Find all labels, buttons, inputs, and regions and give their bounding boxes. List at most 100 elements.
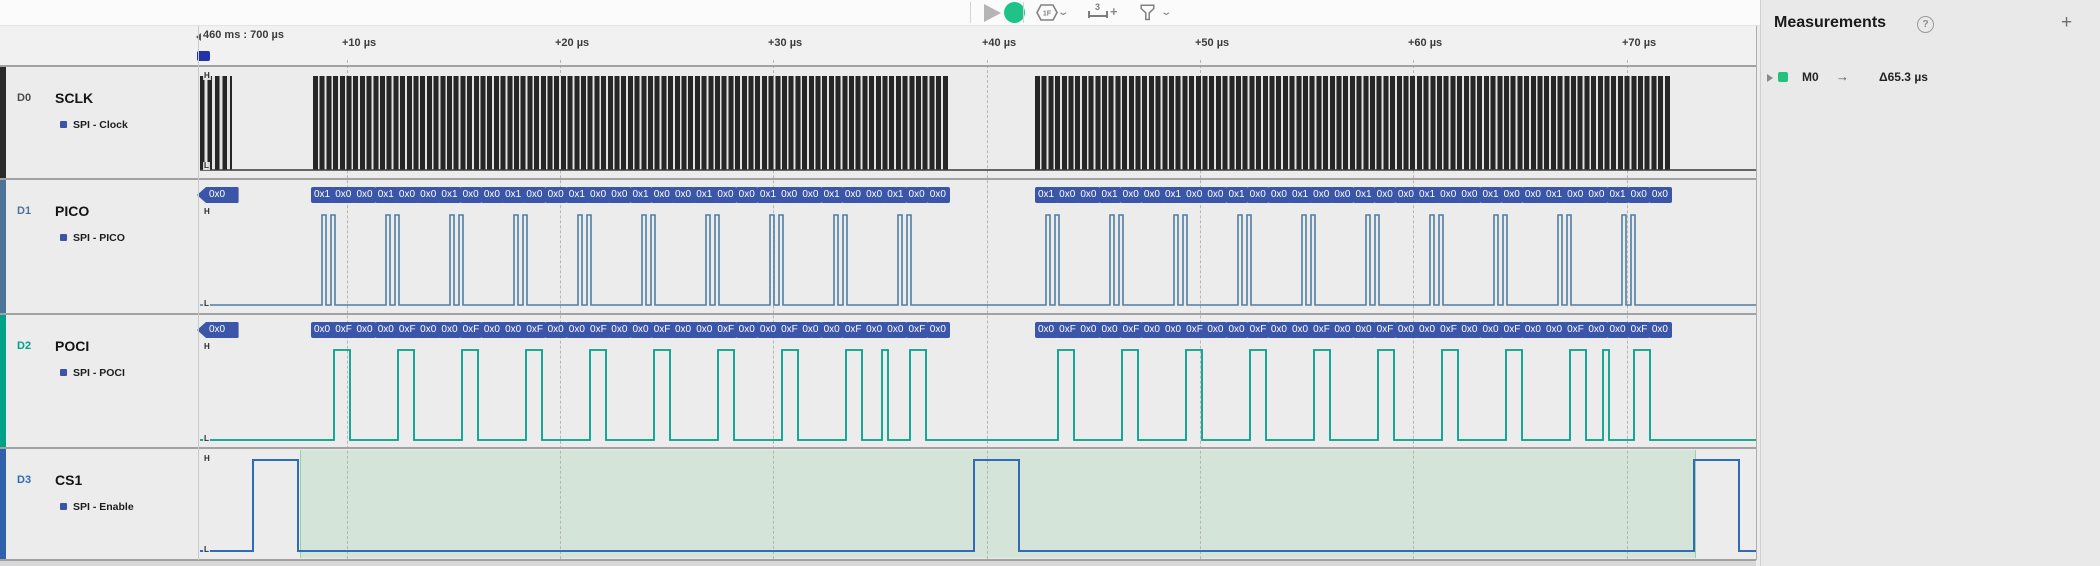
timeline-ruler[interactable]: 460 ms : 700 µs +10 µs +20 µs +30 µs +40 µs…: [0, 26, 1756, 66]
measurement-id: M0: [1802, 70, 1819, 84]
hex-annotation-pill: 0x0: [671, 187, 695, 203]
hex-annotation-pill: 0x0: [1543, 322, 1566, 338]
filter-annotations-button[interactable]: [1140, 4, 1155, 21]
hex-annotation-pill: 0x0: [1162, 322, 1185, 338]
channel-name[interactable]: POCI: [55, 338, 89, 354]
analyzer-label[interactable]: SPI - Enable: [60, 501, 134, 513]
radix-selector-button[interactable]: 1F: [1036, 4, 1058, 21]
tick-label: +30 µs: [768, 37, 803, 49]
hex-annotation-pill: 0x0: [608, 187, 632, 203]
channel-id: D3: [17, 474, 32, 486]
hex-annotation-pill: 0x0: [1289, 322, 1312, 338]
hex-annotation-pill: 0x0: [1183, 187, 1206, 203]
hex-annotation-pill: 0x0: [778, 187, 801, 203]
analyzer-bullet-icon: [60, 234, 67, 241]
help-icon[interactable]: ?: [1917, 16, 1934, 33]
channel-name[interactable]: PICO: [55, 203, 89, 219]
hex-annotation-pill: 0xF: [1373, 322, 1397, 338]
hex-annotation-pill: 0x0: [353, 322, 377, 338]
hex-annotation-pill: 0xF: [1310, 322, 1333, 338]
hex-annotation-pill: 0x0: [544, 187, 568, 203]
hex-annotation-pill: 0x1: [693, 187, 717, 203]
hex-annotation-pill: 0x1: [1035, 187, 1058, 203]
hex-annotation-pill: 0x0: [332, 187, 356, 203]
hex-annotation-pill: 0x0: [905, 187, 929, 203]
hex-annotation-pill: 0xF: [778, 322, 801, 338]
hex-annotation-pill: 0xF: [1119, 322, 1143, 338]
clock-burst: [1035, 76, 1670, 170]
hex-annotation-pill: 0x0: [671, 322, 695, 338]
channel-name[interactable]: SCLK: [55, 90, 93, 106]
level-label-high: H: [203, 454, 211, 463]
hex-annotation-pill: 0xF: [1056, 322, 1079, 338]
channel-id: D0: [17, 92, 32, 104]
chevron-down-icon[interactable]: ⌄: [1160, 7, 1172, 18]
hex-annotation-pill: 0x0: [374, 322, 398, 338]
row-divider: [0, 313, 1756, 315]
level-label-high: H: [203, 71, 211, 80]
channel-name[interactable]: CS1: [55, 472, 82, 488]
channel-color-strip: [0, 67, 6, 178]
add-measurement-icon[interactable]: +: [2061, 12, 2072, 34]
hex-annotation-pill: 0x0: [459, 187, 483, 203]
expand-caret-icon[interactable]: [1767, 74, 1773, 82]
measurement-row[interactable]: M0 → Δ65.3 µs: [1761, 68, 2100, 92]
hex-annotation-pill: 0x0: [1331, 322, 1355, 338]
hex-annotation-pill: 0x0: [629, 322, 653, 338]
hex-annotation-pill: 0x0: [926, 187, 950, 203]
channel-id: D2: [17, 340, 32, 352]
hex-annotation-pill: 0x1: [565, 187, 589, 203]
hex-annotation-pill: 0x0: [650, 187, 674, 203]
hex-annotation-pill: 0x1: [1098, 187, 1122, 203]
hex-annotation-pill: 0x0: [1479, 322, 1503, 338]
hex-annotation-pill: 0x0: [544, 322, 568, 338]
level-label-low: L: [203, 299, 210, 308]
hex-annotation-pill: 0xF: [714, 322, 738, 338]
hex-annotation-pill: 0x0: [1204, 187, 1228, 203]
hex-annotation-pill: 0x0: [1310, 187, 1333, 203]
hex-annotation-pill: 0x0: [1648, 322, 1672, 338]
hex-annotation-pill: 0xF: [1246, 322, 1270, 338]
sidebar-splitter[interactable]: [198, 26, 199, 560]
chevron-down-icon[interactable]: ⌄: [1057, 7, 1069, 18]
row-divider: [0, 178, 1756, 180]
hex-annotation-pill: 0x1: [1289, 187, 1312, 203]
hex-annotation-pill: 0x0: [1267, 187, 1291, 203]
hex-annotation-pill: 0x0: [1140, 322, 1164, 338]
hex-annotation-pill: 0x0: [1394, 322, 1418, 338]
hex-annotation-pill: 0xF: [395, 322, 419, 338]
analyzer-label[interactable]: SPI - Clock: [60, 119, 128, 131]
hex-annotation-pill: 0xF: [1183, 322, 1206, 338]
hex-annotation-pill: 0x1: [1162, 187, 1185, 203]
analyzer-label[interactable]: SPI - PICO: [60, 232, 125, 244]
hex-annotation-pill: 0xF: [841, 322, 865, 338]
hex-annotation-pill: 0x0: [1437, 187, 1460, 203]
hex-annotation-pill: 0x0: [1648, 187, 1672, 203]
plus-icon: +: [1110, 4, 1118, 19]
hex-annotation-pill: 0x0: [417, 187, 440, 203]
hex-annotation-pill: 0x1: [756, 187, 780, 203]
hex-annotation-pill: 0x0: [1564, 187, 1587, 203]
tick-label: +40 µs: [982, 37, 1017, 49]
channel-color-strip: [0, 180, 6, 313]
hex-annotation-pill: 0x0: [395, 187, 419, 203]
analyzer-label[interactable]: SPI - POCI: [60, 367, 125, 379]
hex-annotation-pill: 0x0: [884, 322, 908, 338]
row-divider: [0, 65, 1756, 67]
hex-annotation-pill: 0x0: [480, 187, 504, 203]
hex-annotation-pill: 0x0: [1521, 187, 1545, 203]
spi-enable-active-region: [300, 450, 1696, 558]
hex-annotation-pill: 0xF: [1437, 322, 1460, 338]
hex-annotation-pill: 0x0: [1606, 322, 1630, 338]
hex-annotation-pill: 0x0: [735, 187, 759, 203]
hex-annotation-pill: 0x0: [1056, 187, 1079, 203]
hex-annotation-pill: 0x0: [1035, 322, 1058, 338]
waveform-right-border: [1756, 26, 1757, 560]
analyzer-bullet-icon: [60, 369, 67, 376]
clock-burst: [313, 76, 948, 170]
hex-annotation-pill: 0x0: [353, 187, 377, 203]
hex-annotation-pill: 0x0: [714, 187, 738, 203]
level-label-high: H: [203, 342, 211, 351]
add-measurement-button[interactable]: 3 +: [1086, 2, 1120, 22]
hex-annotation-pill: 0x0: [799, 187, 823, 203]
